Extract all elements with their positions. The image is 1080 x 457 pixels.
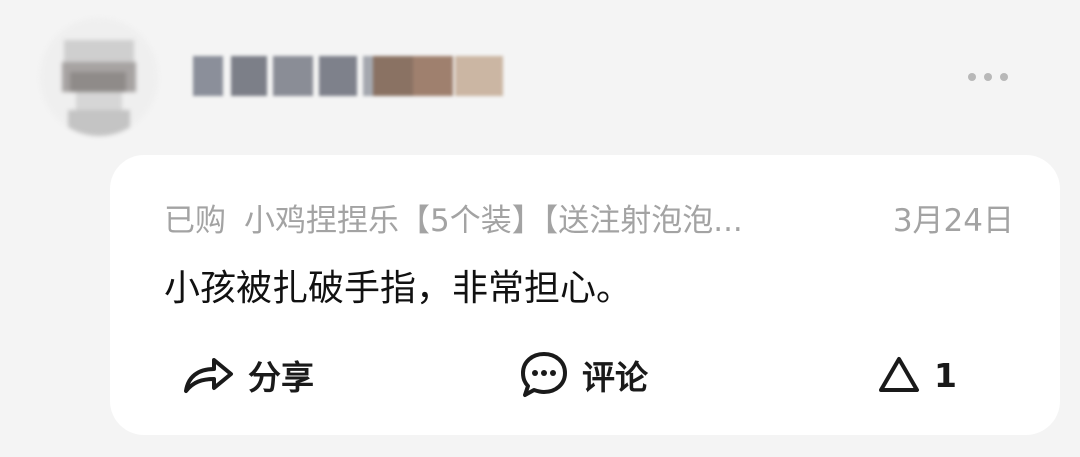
review-page: 已购 小鸡捏捏乐【5个装】【送注射泡泡... 3月24日 小孩被扎破手指，非常担… (0, 0, 1080, 457)
review-date: 3月24日 (892, 202, 1014, 239)
username-redacted[interactable] (193, 56, 505, 96)
purchased-label: 已购 (164, 202, 226, 239)
purchase-info[interactable]: 已购 小鸡捏捏乐【5个装】【送注射泡泡... 3月24日 (164, 195, 1014, 240)
share-label: 分享 (248, 358, 314, 397)
review-text: 小孩被扎破手指，非常担心。 (164, 268, 633, 309)
more-options-button[interactable] (962, 62, 1014, 92)
comment-label: 评论 (582, 358, 648, 397)
triangle-like-icon (879, 357, 919, 392)
review-card: 已购 小鸡捏捏乐【5个装】【送注射泡泡... 3月24日 小孩被扎破手指，非常担… (110, 155, 1060, 435)
comment-button[interactable]: 评论 (518, 352, 648, 397)
avatar[interactable] (40, 18, 158, 136)
share-button[interactable]: 分享 (180, 353, 314, 397)
share-arrow-icon (184, 358, 233, 393)
like-count: 1 (934, 355, 957, 395)
product-name[interactable]: 小鸡捏捏乐【5个装】【送注射泡泡... (244, 195, 877, 240)
comment-bubble-icon (521, 352, 567, 397)
more-dots-icon (968, 73, 1008, 81)
like-button[interactable]: 1 (876, 353, 957, 397)
